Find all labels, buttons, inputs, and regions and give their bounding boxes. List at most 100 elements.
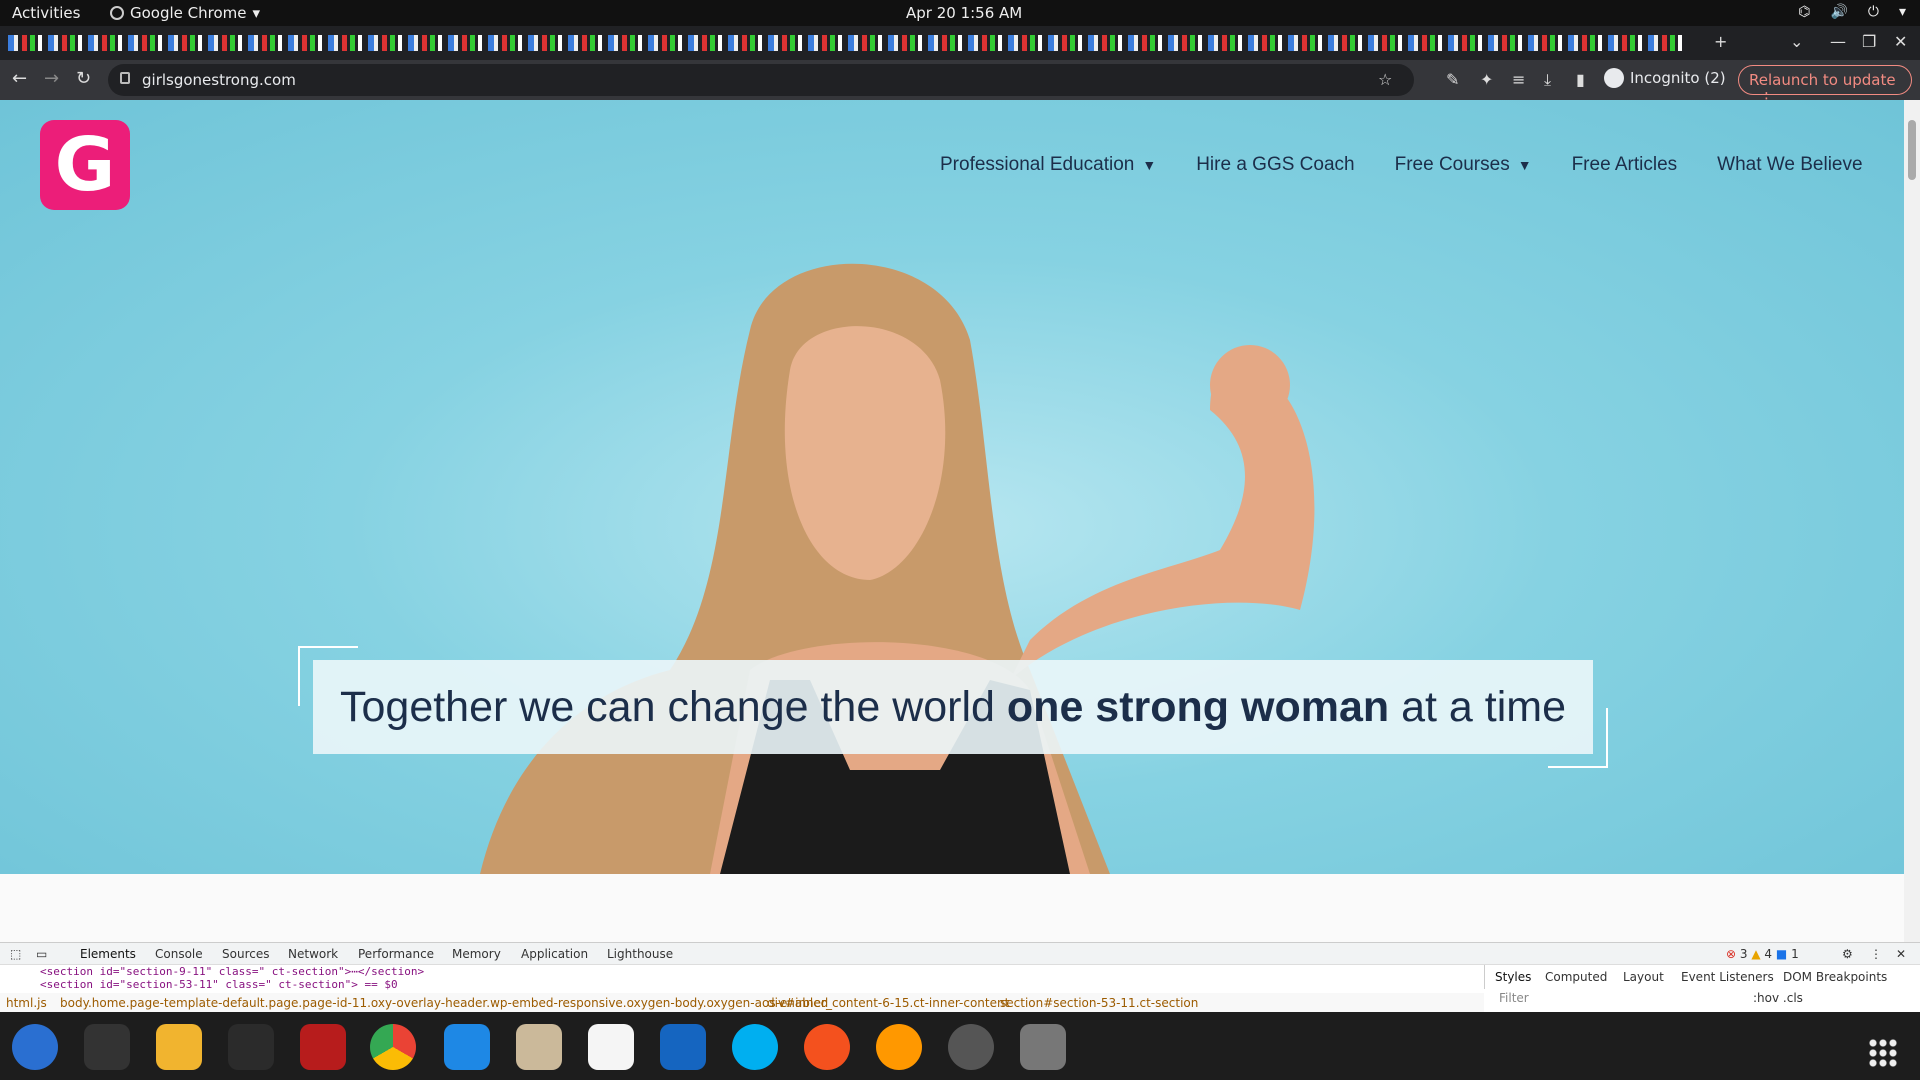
nav-what-we-believe[interactable]: What We Believe (1717, 154, 1862, 176)
bookmark-star-icon[interactable]: ☆ (1378, 70, 1392, 89)
nav-professional-education[interactable]: Professional Education ▼ (940, 154, 1156, 176)
tab-network[interactable]: Network (288, 947, 338, 961)
back-icon[interactable]: ← (12, 68, 27, 89)
app-menu[interactable]: Google Chrome ▾ (110, 4, 260, 22)
restore-icon[interactable]: ❐ (1862, 32, 1876, 51)
issue-badges[interactable]: ⊗ 3 ▲ 4 ■ 1 (1726, 947, 1799, 961)
skype-icon[interactable] (732, 1024, 778, 1070)
info-count: 1 (1791, 947, 1799, 961)
more-icon[interactable]: ⋮ (1870, 947, 1882, 961)
minimize-icon[interactable]: — (1830, 32, 1846, 51)
hero-section: G Professional Education ▼ Hire a GGS Co… (0, 100, 1904, 874)
volume-icon[interactable]: 🔊 (1830, 4, 1847, 20)
tab-computed[interactable]: Computed (1545, 970, 1607, 984)
disk-icon[interactable] (1020, 1024, 1066, 1070)
settings-icon[interactable] (948, 1024, 994, 1070)
network-icon[interactable]: ⌬ (1798, 4, 1810, 20)
download-icon[interactable]: ⤓ (1544, 70, 1551, 90)
power-icon[interactable]: ⏻ (1868, 4, 1879, 20)
nav-label: Hire a GGS Coach (1196, 154, 1355, 175)
tab-performance[interactable]: Performance (358, 947, 434, 961)
writer-icon[interactable] (660, 1024, 706, 1070)
device-toolbar-icon[interactable]: ▭ (36, 947, 47, 961)
incognito-indicator[interactable]: Incognito (2) (1604, 68, 1726, 88)
tab-application[interactable]: Application (521, 947, 588, 961)
nav-free-articles[interactable]: Free Articles (1572, 154, 1678, 176)
firefox-dev-icon[interactable] (876, 1024, 922, 1070)
tab-search-icon[interactable]: ⌄ (1790, 32, 1803, 51)
system-tray[interactable]: ⌬ 🔊 ⏻ ▾ (1798, 4, 1906, 20)
terminal-icon[interactable] (84, 1024, 130, 1070)
hero-quote: Together we can change the world one str… (313, 660, 1593, 754)
hero-woman-image (480, 263, 1315, 874)
new-tab-icon[interactable]: + (1714, 32, 1727, 51)
tab-lighthouse[interactable]: Lighthouse (607, 947, 673, 961)
nav-label: Free Articles (1571, 154, 1678, 175)
extension-pen-icon[interactable]: ✎ (1446, 70, 1459, 89)
tab-styles[interactable]: Styles (1495, 970, 1531, 984)
filezilla-icon[interactable] (300, 1024, 346, 1070)
chevron-down-icon[interactable]: ▼ (1142, 157, 1156, 173)
info-icon: ■ (1775, 947, 1788, 961)
inspect-icon[interactable]: ⬚ (10, 947, 21, 961)
dom-line-selected[interactable]: <section id="section-53-11" class=" ct-s… (40, 978, 424, 991)
web-page: G Professional Education ▼ Hire a GGS Co… (0, 100, 1904, 942)
tab-layout[interactable]: Layout (1623, 970, 1664, 984)
forward-icon[interactable]: → (44, 68, 59, 89)
styles-pane-tabs: Styles Computed Layout Event Listeners D… (1484, 965, 1920, 1005)
incognito-label: Incognito (2) (1630, 69, 1726, 87)
quote-bold-text: one strong woman (1006, 683, 1390, 731)
relaunch-label: Relaunch to update (1749, 71, 1896, 89)
lock-icon[interactable] (120, 72, 130, 84)
text-editor-icon[interactable] (588, 1024, 634, 1070)
devtools-tabs: ⬚ ▭ Elements Console Sources Network Per… (0, 943, 1920, 965)
reload-icon[interactable]: ↻ (76, 68, 91, 89)
styles-filter-input[interactable]: Filter (1499, 991, 1529, 1005)
tab-console[interactable]: Console (155, 947, 203, 961)
breadcrumb-item[interactable]: body.home.page-template-default.page.pag… (60, 996, 828, 1010)
reading-list-icon[interactable]: ≡ (1512, 70, 1525, 89)
nav-free-courses[interactable]: Free Courses ▼ (1395, 154, 1532, 176)
close-devtools-icon[interactable]: ✕ (1896, 947, 1906, 961)
app-grid-icon[interactable] (1868, 1038, 1898, 1068)
inkscape-icon[interactable] (804, 1024, 850, 1070)
thunderbird-icon[interactable] (12, 1024, 58, 1070)
system-monitor-icon[interactable] (228, 1024, 274, 1070)
chrome-icon[interactable] (370, 1024, 416, 1070)
site-logo[interactable]: G (40, 120, 130, 210)
breadcrumb-item[interactable]: section#section-53-11.ct-section (1000, 996, 1198, 1010)
tab-memory[interactable]: Memory (452, 947, 501, 961)
dom-line[interactable]: <section id="section-9-11" class=" ct-se… (40, 965, 424, 978)
devtools-panel: ⬚ ▭ Elements Console Sources Network Per… (0, 942, 1920, 1013)
activities-button[interactable]: Activities (12, 4, 80, 22)
clock[interactable]: Apr 20 1:56 AM (906, 4, 1022, 22)
page-scrollbar[interactable] (1904, 100, 1920, 942)
tab-elements[interactable]: Elements (80, 947, 136, 961)
calculator-icon[interactable] (156, 1024, 202, 1070)
pinned-tab-favicons[interactable] (8, 35, 1688, 51)
close-window-icon[interactable]: ✕ (1894, 32, 1907, 51)
chrome-icon (110, 6, 124, 20)
tab-sources[interactable]: Sources (222, 947, 269, 961)
scroll-thumb[interactable] (1908, 120, 1916, 180)
settings-gear-icon[interactable]: ⚙ (1842, 947, 1853, 961)
quote-text-end: at a time (1389, 683, 1566, 731)
address-bar[interactable]: girlsgonestrong.com ☆ (108, 64, 1414, 96)
tab-event-listeners[interactable]: Event Listeners (1681, 970, 1774, 984)
chevron-down-icon[interactable]: ▼ (1518, 157, 1532, 173)
nav-hire-coach[interactable]: Hire a GGS Coach (1196, 154, 1354, 176)
warning-icon: ▲ (1751, 947, 1761, 961)
chevron-down-icon[interactable]: ▾ (1899, 4, 1906, 20)
relaunch-button[interactable]: Relaunch to update ⋮ (1738, 65, 1912, 107)
vscode-icon[interactable] (444, 1024, 490, 1070)
extensions-puzzle-icon[interactable]: ✦ (1480, 70, 1493, 89)
side-panel-icon[interactable]: ▮ (1576, 70, 1585, 89)
breadcrumb-item[interactable]: html.js (6, 996, 47, 1010)
breadcrumb-item[interactable]: div#inner_content-6-15.ct-inner-content (767, 996, 1009, 1010)
quote-text: Together we can change the world (339, 683, 1007, 731)
hov-cls-toggle[interactable]: :hov .cls (1753, 991, 1803, 1005)
tab-dom-breakpoints[interactable]: DOM Breakpoints (1783, 970, 1887, 984)
url-text[interactable]: girlsgonestrong.com (142, 71, 296, 89)
files-icon[interactable] (516, 1024, 562, 1070)
dom-tree[interactable]: <section id="section-9-11" class=" ct-se… (40, 965, 424, 991)
